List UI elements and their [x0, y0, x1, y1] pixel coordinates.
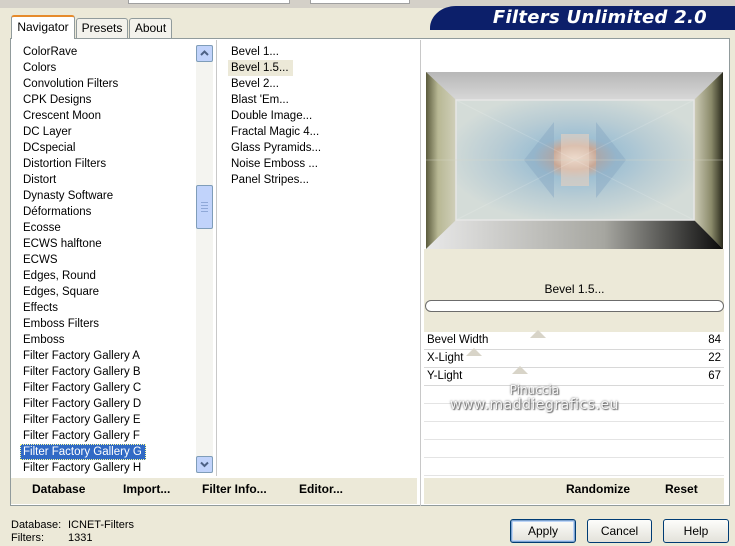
category-list[interactable]: ColorRave Colors Convolution Filters CPK De… — [20, 44, 194, 476]
import-button[interactable]: Import... — [123, 482, 170, 496]
parameter-label: Bevel Width — [427, 334, 489, 346]
status-database: Database: ICNET-Filters — [11, 519, 134, 531]
preview-footer — [424, 249, 724, 277]
category-item[interactable]: ECWS — [20, 252, 194, 268]
filter-list[interactable]: Bevel 1... Bevel 1.5... Bevel 2... Blast 'E… — [228, 44, 416, 474]
apply-button[interactable]: Apply — [510, 519, 576, 543]
category-item[interactable]: Convolution Filters — [20, 76, 194, 92]
category-item[interactable]: Filter Factory Gallery B — [20, 364, 194, 380]
filter-item[interactable]: Bevel 2... — [228, 76, 416, 92]
chevron-up-icon — [200, 50, 209, 56]
filter-item[interactable]: Glass Pyramids... — [228, 140, 416, 156]
filter-item[interactable]: Blast 'Em... — [228, 92, 416, 108]
filter-item[interactable]: Double Image... — [228, 108, 416, 124]
chevron-down-icon — [200, 461, 209, 468]
category-item[interactable]: Filter Factory Gallery F — [20, 428, 194, 444]
status-database-value: ICNET-Filters — [68, 519, 134, 531]
reset-button[interactable]: Reset — [665, 482, 698, 496]
watermark-url: www.maddiegrafics.eu — [450, 397, 619, 413]
category-item[interactable]: Ecosse — [20, 220, 194, 236]
category-item[interactable]: CPK Designs — [20, 92, 194, 108]
parameter-row[interactable]: X-Light 22 — [424, 348, 724, 368]
category-item[interactable]: ColorRave — [20, 44, 194, 60]
category-item[interactable]: Edges, Round — [20, 268, 194, 284]
background-window-field — [128, 0, 290, 4]
help-button[interactable]: Help — [663, 519, 729, 543]
category-item[interactable]: DC Layer — [20, 124, 194, 140]
category-item[interactable]: Edges, Square — [20, 284, 194, 300]
background-window-field — [310, 0, 410, 4]
divider — [420, 40, 421, 506]
category-item[interactable]: Déformations — [20, 204, 194, 220]
filter-preview — [426, 72, 723, 249]
tab-about[interactable]: About — [129, 18, 172, 38]
filter-info-button[interactable]: Filter Info... — [202, 482, 267, 496]
randomize-button[interactable]: Randomize — [566, 482, 630, 496]
category-item[interactable]: DCspecial — [20, 140, 194, 156]
left-toolbar: Database Import... Filter Info... Editor… — [11, 478, 417, 504]
parameter-value: 22 — [708, 352, 721, 364]
category-item[interactable]: Effects — [20, 300, 194, 316]
category-item[interactable]: Filter Factory Gallery E — [20, 412, 194, 428]
slider-marker[interactable] — [529, 330, 546, 338]
category-item[interactable]: Filter Factory Gallery D — [20, 396, 194, 412]
category-item[interactable]: Distortion Filters — [20, 156, 194, 172]
filter-item[interactable]: Bevel 1... — [228, 44, 416, 60]
status-filters-value: 1331 — [68, 532, 93, 544]
tab-navigator[interactable]: Navigator — [11, 15, 75, 39]
divider — [216, 40, 217, 476]
category-item[interactable]: Filter Factory Gallery C — [20, 380, 194, 396]
cancel-button[interactable]: Cancel — [587, 519, 652, 543]
right-toolbar: Randomize Reset — [424, 478, 724, 504]
slider-marker[interactable] — [466, 348, 483, 356]
category-item[interactable]: Filter Factory Gallery A — [20, 348, 194, 364]
selected-filter-name: Bevel 1.5... — [544, 282, 605, 296]
empty-parameter-row — [424, 458, 724, 476]
progress-bar — [425, 300, 724, 312]
tab-presets[interactable]: Presets — [76, 18, 128, 38]
category-item[interactable]: Crescent Moon — [20, 108, 194, 124]
filter-item[interactable]: Noise Emboss ... — [228, 156, 416, 172]
empty-parameter-row — [424, 440, 724, 458]
category-item[interactable]: Distort — [20, 172, 194, 188]
status-database-label: Database: — [11, 519, 62, 531]
filter-item[interactable]: Bevel 1.5... — [228, 60, 293, 76]
parameter-value: 67 — [708, 370, 721, 382]
status-filters: Filters: 1331 — [11, 532, 92, 544]
category-item[interactable]: ECWS halftone — [20, 236, 194, 252]
parameter-value: 84 — [708, 334, 721, 346]
watermark-name: Pinuccia — [509, 383, 560, 397]
editor-button[interactable]: Editor... — [299, 482, 343, 496]
filter-item[interactable]: Fractal Magic 4... — [228, 124, 416, 140]
category-scrollbar[interactable] — [196, 45, 213, 473]
category-item[interactable]: Filter Factory Gallery H — [20, 460, 194, 476]
empty-parameter-row — [424, 422, 724, 440]
category-item[interactable]: Filter Factory Gallery G — [20, 444, 146, 460]
filter-item[interactable]: Panel Stripes... — [228, 172, 416, 188]
slider-marker[interactable] — [512, 366, 529, 374]
watermark: Pinuccia www.maddiegrafics.eu — [450, 383, 619, 413]
category-item[interactable]: Emboss — [20, 332, 194, 348]
category-item[interactable]: Dynasty Software — [20, 188, 194, 204]
category-item[interactable]: Colors — [20, 60, 194, 76]
parameter-label: X-Light — [427, 352, 464, 364]
status-filters-label: Filters: — [11, 532, 44, 544]
category-item[interactable]: Emboss Filters — [20, 316, 194, 332]
scroll-up-button[interactable] — [196, 45, 213, 62]
app-title: Filters Unlimited 2.0 — [430, 6, 735, 30]
database-button[interactable]: Database — [32, 482, 85, 496]
scroll-thumb[interactable] — [196, 185, 213, 229]
scroll-down-button[interactable] — [196, 456, 213, 473]
